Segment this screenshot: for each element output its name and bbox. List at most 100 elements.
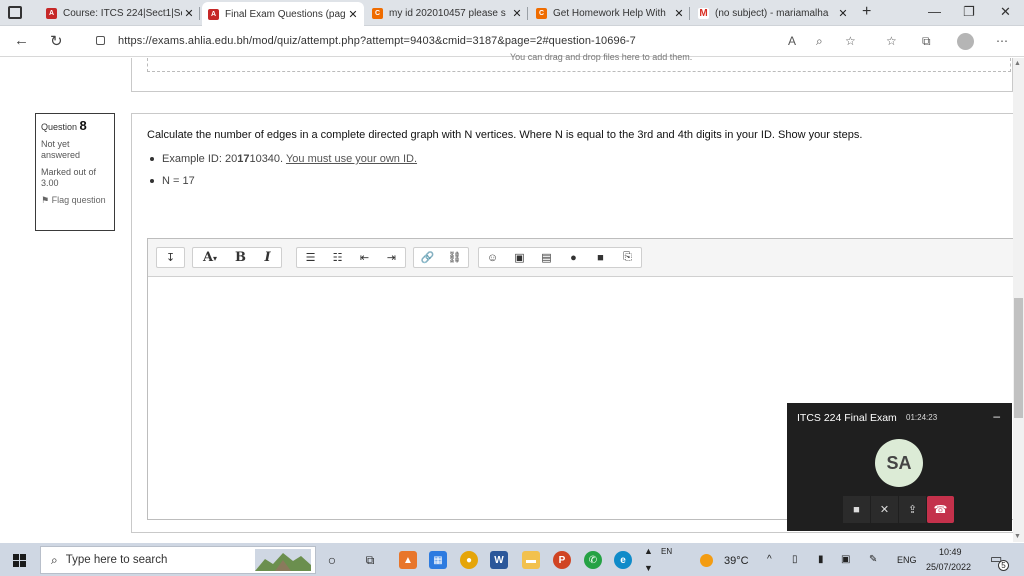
close-tab-icon[interactable]: ✕ [672,7,686,20]
media-icon[interactable]: ▤ [533,248,560,267]
font-style-dropdown[interactable]: A ▾ [193,248,227,267]
refresh-icon[interactable]: ↻ [50,32,63,50]
question-text: Calculate the number of edges in a compl… [147,129,863,141]
unlink-icon[interactable]: ⛓ [441,248,468,267]
share-screen-icon[interactable]: ⇪ [899,496,926,523]
weather-sun-icon[interactable] [700,554,713,567]
scroll-up-icon[interactable]: ▲ [1014,60,1021,67]
own-id-note: You must use your own ID. [285,153,418,165]
word-icon[interactable]: W [490,551,508,569]
add-favorite-icon[interactable]: ☆ [845,34,856,48]
network-icon[interactable]: ▯ [792,554,798,565]
indent-icon[interactable]: ⇥ [378,248,405,267]
battery-icon[interactable]: ▮ [818,554,824,565]
task-view-icon[interactable]: ⧉ [361,551,379,569]
store-icon[interactable]: ▦ [429,551,447,569]
close-tab-icon[interactable]: ✕ [346,8,360,21]
outdent-icon[interactable]: ⇤ [351,248,378,267]
pen-icon[interactable]: ✎ [869,554,877,565]
clock-time[interactable]: 10:49 [939,547,962,557]
emoji-icon[interactable]: ☺ [479,248,506,267]
notification-count-badge: 5 [998,560,1009,571]
scrollbar-thumb[interactable] [1014,298,1023,418]
address-bar[interactable]: https://exams.ahlia.edu.bh/mod/quiz/atte… [118,35,636,47]
flag-question-link[interactable]: ⚑ Flag question [41,195,109,206]
tab-final-exam[interactable]: A Final Exam Questions (pag ✕ [202,2,364,26]
collections-icon[interactable]: ⧉ [922,34,931,49]
chrome-icon[interactable]: ● [460,551,478,569]
participant-avatar: SA [875,439,923,487]
tab-course[interactable]: A Course: ITCS 224|Sect1|Sem ✕ [40,2,200,24]
weather-temperature[interactable]: 39°C [724,555,749,567]
scroll-up-icon[interactable]: ▲ [644,546,653,556]
windows-taskbar: ⌕ Type here to search ○ ⧉ ▲ ▦ ● W ▬ P ✆ … [0,543,1024,576]
n-value-bullet: N = 17 [150,175,195,187]
browser-tab-strip: A Course: ITCS 224|Sect1|Sem ✕ A Final E… [0,0,1024,26]
moodle-favicon-icon: A [46,7,57,19]
meeting-title: ITCS 224 Final Exam [797,412,897,424]
question-info-panel: Question 8 Not yet answered Marked out o… [35,113,115,231]
flag-icon: ⚑ [41,195,50,205]
tab-chegg-question[interactable]: C my id 202010457 please s ✕ [366,2,528,24]
tab-gmail[interactable]: M (no subject) - mariamalha ✕ [692,2,854,24]
record-audio-icon[interactable]: ● [560,248,587,267]
camera-icon[interactable]: ■ [843,496,870,523]
meeting-overlay[interactable]: ITCS 224 Final Exam 01:24:23 – SA ■ ✕ ⇪ … [787,403,1012,531]
minimize-meeting-button[interactable]: – [993,409,1000,423]
close-tab-icon[interactable]: ✕ [510,7,524,20]
new-tab-icon[interactable]: + [862,3,871,21]
zoom-icon[interactable]: ⌕ [816,34,823,49]
search-icon: ⌕ [51,552,58,567]
close-tab-icon[interactable]: ✕ [182,7,196,20]
scroll-down-icon[interactable]: ▼ [1014,533,1021,540]
link-icon[interactable]: 🔗 [414,248,441,267]
lock-icon[interactable] [96,36,105,45]
numbered-list-icon[interactable]: ☷ [324,248,351,267]
favorites-icon[interactable]: ☆ [886,34,897,48]
edge-icon[interactable]: e [614,551,632,569]
minimize-window-icon[interactable]: — [928,4,941,19]
question-marks: Marked out of 3.00 [41,167,97,188]
whatsapp-icon[interactable]: ✆ [584,551,602,569]
close-window-icon[interactable]: ✕ [1000,4,1011,20]
chevron-down-icon: ▾ [213,252,218,263]
back-arrow-icon[interactable]: ← [14,32,29,49]
screen: A Course: ITCS 224|Sect1|Sem ✕ A Final E… [0,0,1024,576]
cortana-icon[interactable]: ○ [323,551,341,569]
question-status: Not yet answered [41,139,81,160]
hang-up-icon[interactable]: ☎ [927,496,954,523]
display-icon[interactable]: ▣ [841,554,850,565]
mic-muted-icon[interactable]: ✕ [871,496,898,523]
chegg-favicon-icon: C [372,7,383,19]
tab-actions-icon[interactable] [8,6,22,19]
italic-button[interactable]: I [254,248,281,267]
gmail-favicon-icon: M [698,7,709,19]
editor-toolbar: ↧ A ▾ B I ☰ ☷ ⇤ ⇥ 🔗 ⛓ ☺ ▣ ▤ ● ■ ⎘ [148,239,1013,277]
file-drop-hint: You can drag and drop files here to add … [510,52,693,62]
close-tab-icon[interactable]: ✕ [836,7,850,20]
search-highlight-image [255,549,311,571]
manage-files-icon[interactable]: ⎘ [614,248,641,267]
more-menu-icon[interactable]: ⋯ [996,34,1008,48]
image-icon[interactable]: ▣ [506,248,533,267]
chegg-favicon-icon: C [536,7,547,19]
language-indicator[interactable]: ENG [897,555,917,565]
profile-avatar-icon[interactable] [957,33,974,50]
file-explorer-icon[interactable]: ▬ [522,551,540,569]
scroll-down-icon[interactable]: ▼ [644,563,653,573]
hidden-icons-chevron-icon[interactable]: ^ [767,554,772,565]
toolbar-toggle-icon[interactable]: ↧ [157,248,184,267]
bullet-list-icon[interactable]: ☰ [297,248,324,267]
restore-window-icon[interactable]: ❐ [963,4,975,20]
matlab-icon[interactable]: ▲ [399,551,417,569]
windows-start-icon[interactable] [13,554,26,567]
input-language-indicator[interactable]: EN [661,547,672,556]
record-video-icon[interactable]: ■ [587,248,614,267]
read-aloud-icon[interactable]: A [788,34,796,48]
moodle-favicon-icon: A [208,8,219,20]
bold-button[interactable]: B [227,248,254,267]
clock-date[interactable]: 25/07/2022 [926,562,971,572]
powerpoint-icon[interactable]: P [553,551,571,569]
tab-chegg-homework[interactable]: C Get Homework Help With ✕ [530,2,690,24]
question-number: Question 8 [41,118,87,133]
